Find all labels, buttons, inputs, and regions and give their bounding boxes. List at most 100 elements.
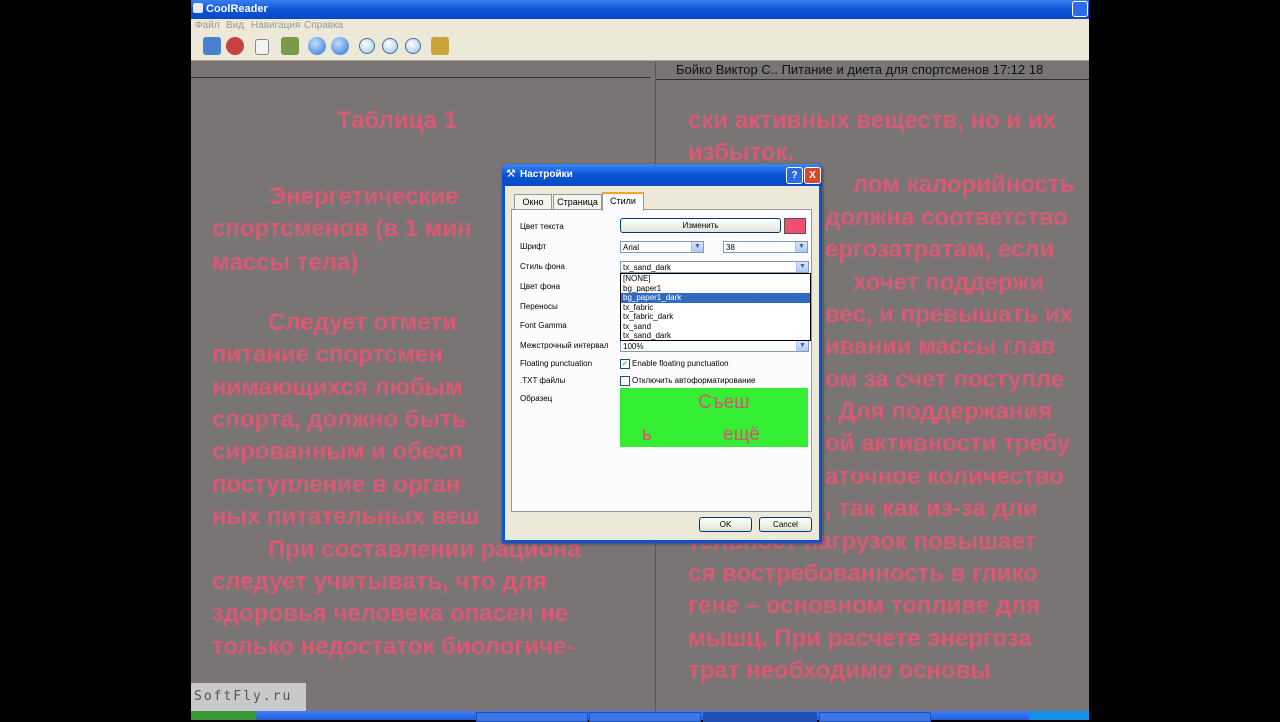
app-icon bbox=[193, 3, 203, 13]
text-line: Таблица 1 bbox=[337, 107, 458, 134]
bg-style-dropdown-list[interactable]: [NONE] bg_paper1 bg_paper1_dark tx_fabri… bbox=[620, 273, 811, 341]
text-color-swatch[interactable] bbox=[784, 218, 806, 234]
text-line: мышц. При расчете энергоза bbox=[688, 625, 1032, 652]
dialog-title: Настройки bbox=[520, 169, 573, 180]
font-size-select[interactable]: 38 ▼ bbox=[723, 241, 808, 253]
sample-text: Съеш bbox=[698, 392, 750, 413]
window-titlebar[interactable]: CoolReader bbox=[191, 0, 1089, 19]
dropdown-option[interactable]: tx_fabric bbox=[621, 303, 810, 313]
font-gamma-label: Font Gamma bbox=[520, 321, 567, 330]
chevron-down-icon[interactable]: ▼ bbox=[796, 262, 808, 272]
taskbar-button[interactable] bbox=[476, 712, 588, 722]
bg-style-select[interactable]: tx_sand_dark ▼ bbox=[620, 261, 809, 273]
toc-icon[interactable] bbox=[281, 37, 299, 55]
wrench-icon: ⚒ bbox=[506, 168, 516, 180]
header-rule-right bbox=[656, 79, 1089, 80]
autoformat-checkbox[interactable] bbox=[620, 376, 630, 386]
text-line: нимающихся любым bbox=[212, 374, 463, 401]
menu-help[interactable]: Справка bbox=[304, 20, 343, 31]
page-view-icon[interactable] bbox=[255, 39, 269, 55]
close-button[interactable]: X bbox=[804, 167, 821, 184]
text-line: должна соответство bbox=[825, 204, 1068, 231]
text-line: хочет поддержи bbox=[853, 269, 1044, 296]
text-line: Следует отмети bbox=[268, 309, 457, 336]
zoom-out-icon[interactable] bbox=[382, 38, 398, 54]
text-line: ой активности требу bbox=[825, 430, 1071, 457]
toolbar bbox=[191, 33, 1089, 61]
watermark: SoftFly.ru bbox=[191, 683, 306, 711]
sample-preview: Съеш ь ещё bbox=[620, 388, 808, 447]
menubar: Файл Вид Навигация Справка bbox=[191, 19, 1089, 33]
chevron-down-icon[interactable]: ▼ bbox=[691, 242, 703, 252]
tab-page[interactable]: Страница bbox=[553, 194, 602, 209]
text-line: спорта, должно быть bbox=[212, 406, 467, 433]
text-line: , так как из-за дли bbox=[825, 495, 1038, 522]
floating-punctuation-text[interactable]: Enable floating punctuation bbox=[632, 359, 729, 368]
tab-styles[interactable]: Стили bbox=[602, 192, 644, 211]
text-line: трат необходимо основы bbox=[688, 657, 991, 684]
ok-button[interactable]: OK bbox=[699, 517, 752, 532]
change-color-button[interactable]: Изменить bbox=[620, 218, 781, 233]
text-line: вес, и превышать их bbox=[825, 301, 1073, 328]
forward-icon[interactable] bbox=[331, 37, 349, 55]
text-line: массы тела) bbox=[212, 249, 359, 276]
floating-punctuation-checkbox[interactable]: ✓ bbox=[620, 359, 630, 369]
line-spacing-label: Межстрочный интервал bbox=[520, 341, 609, 350]
rotate-icon[interactable] bbox=[405, 38, 421, 54]
text-line: . Для поддержания bbox=[825, 398, 1053, 425]
tab-window[interactable]: Окно bbox=[514, 194, 552, 209]
chevron-down-icon[interactable]: ▼ bbox=[796, 341, 808, 351]
dialog-titlebar[interactable]: ⚒ Настройки ? X bbox=[502, 164, 822, 186]
bg-style-label: Стиль фона bbox=[520, 262, 565, 271]
windows-taskbar bbox=[191, 711, 1089, 722]
sample-text: ещё bbox=[723, 424, 760, 445]
line-spacing-select[interactable]: 100% ▼ bbox=[620, 340, 809, 352]
chevron-down-icon[interactable]: ▼ bbox=[795, 242, 807, 252]
taskbar-button-active[interactable] bbox=[703, 712, 817, 722]
settings-wrench-icon[interactable] bbox=[431, 37, 449, 55]
taskbar-button[interactable] bbox=[589, 712, 701, 722]
autoformat-text[interactable]: Отключить автоформатирование bbox=[632, 376, 755, 385]
dialog-body: Окно Страница Стили Цвет текста Изменить… bbox=[505, 186, 819, 540]
system-tray bbox=[1029, 711, 1089, 720]
font-select[interactable]: Arial ▼ bbox=[620, 241, 704, 253]
zoom-in-icon[interactable] bbox=[359, 38, 375, 54]
bg-color-label: Цвет фона bbox=[520, 282, 561, 291]
settings-dialog: ⚒ Настройки ? X Окно Страница Стили Цвет… bbox=[502, 164, 822, 543]
recent-books-icon[interactable] bbox=[226, 37, 244, 55]
text-line: сированным и обесп bbox=[212, 438, 463, 465]
text-line: Энергетические bbox=[269, 183, 459, 210]
text-color-label: Цвет текста bbox=[520, 222, 564, 231]
menu-navigation[interactable]: Навигация bbox=[251, 20, 300, 31]
dropdown-option[interactable]: bg_paper1 bbox=[621, 284, 810, 294]
hyphenation-label: Переносы bbox=[520, 302, 558, 311]
start-button[interactable] bbox=[191, 711, 257, 720]
text-line: лом калорийность bbox=[853, 171, 1075, 198]
menu-view[interactable]: Вид bbox=[226, 20, 244, 31]
header-rule-left bbox=[191, 77, 651, 78]
text-line: питание спортсмен bbox=[212, 341, 443, 368]
text-line: поступление в орган bbox=[212, 471, 461, 498]
text-line: ом за счет поступле bbox=[825, 366, 1065, 393]
dropdown-option[interactable]: [NONE] bbox=[621, 274, 810, 284]
dropdown-option[interactable]: tx_sand_dark bbox=[621, 331, 810, 341]
back-icon[interactable] bbox=[308, 37, 326, 55]
dropdown-option[interactable]: tx_fabric_dark bbox=[621, 312, 810, 322]
text-line: следует учитывать, что для bbox=[212, 568, 547, 595]
dropdown-option[interactable]: tx_sand bbox=[621, 322, 810, 332]
font-value: Arial bbox=[623, 243, 640, 252]
text-line: только недостаток биологиче- bbox=[212, 633, 575, 660]
cancel-button[interactable]: Cancel bbox=[759, 517, 812, 532]
sample-label: Образец bbox=[520, 394, 553, 403]
text-line: здоровья человека опасен не bbox=[212, 600, 569, 627]
font-size-value: 38 bbox=[726, 243, 735, 252]
menu-file[interactable]: Файл bbox=[195, 20, 220, 31]
text-line: ергозатратам, если bbox=[825, 236, 1055, 263]
text-line: ски активных веществ, но и их bbox=[688, 107, 1057, 134]
window-control-button[interactable] bbox=[1072, 1, 1088, 17]
help-button[interactable]: ? bbox=[786, 167, 803, 184]
taskbar-button[interactable] bbox=[819, 712, 931, 722]
open-file-icon[interactable] bbox=[203, 37, 221, 55]
dropdown-option-selected[interactable]: bg_paper1_dark bbox=[621, 293, 810, 303]
text-line: ся востребованность в глико bbox=[688, 560, 1038, 587]
